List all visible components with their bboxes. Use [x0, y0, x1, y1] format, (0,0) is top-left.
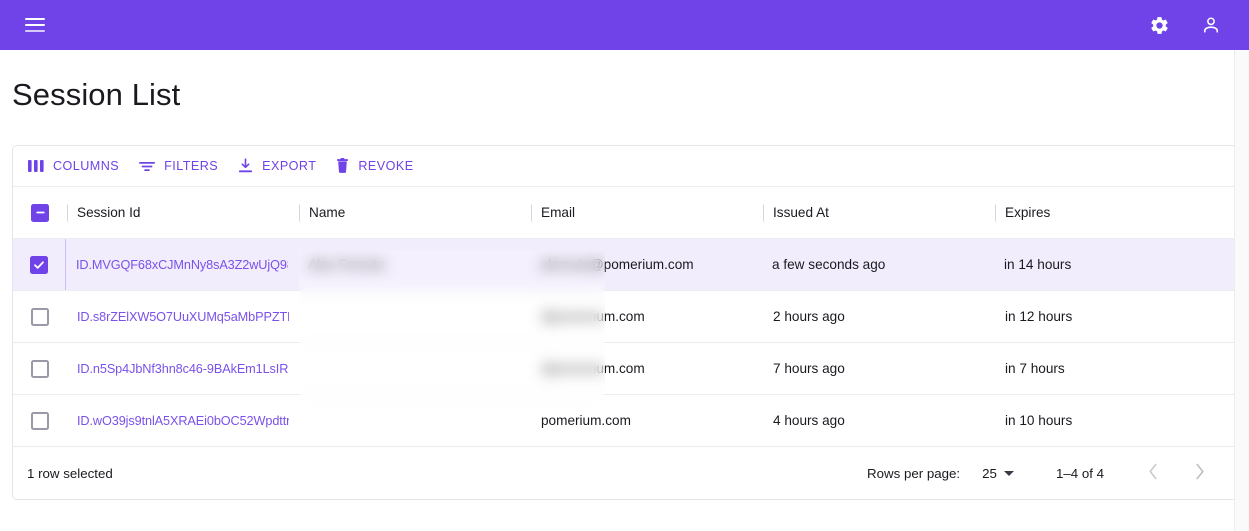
table-body: ID.MVGQF68xCJMnNy8sA3Z2wUjQ98vN Alex For… — [13, 239, 1236, 447]
cell-name — [299, 291, 531, 342]
column-header-session-id-label: Session Id — [77, 205, 141, 220]
cell-issued-at: 7 hours ago — [773, 361, 845, 376]
account-button[interactable] — [1194, 8, 1228, 42]
column-divider — [531, 204, 532, 221]
person-icon — [1200, 14, 1222, 36]
rows-per-page-select[interactable]: 25 — [982, 466, 1014, 481]
row-checkbox[interactable] — [31, 307, 49, 326]
table-row[interactable]: ID.s8rZElXW5O7UuXUMq5aMbPPZTPlqnE @pomer… — [13, 291, 1236, 343]
vertical-scrollbar[interactable] — [1234, 50, 1249, 531]
hamburger-menu-icon — [25, 18, 45, 32]
session-id-link[interactable]: ID.s8rZElXW5O7UuXUMq5aMbPPZTPlqnE — [77, 310, 289, 324]
cell-issued-at: 2 hours ago — [773, 309, 845, 324]
cell-name: Alex Fornuto — [308, 257, 386, 272]
column-header-session-id[interactable]: Session Id — [67, 187, 299, 238]
row-checkbox[interactable] — [31, 411, 49, 430]
download-icon — [237, 158, 254, 174]
hamburger-menu-button[interactable] — [18, 8, 52, 42]
column-header-name-label: Name — [309, 205, 346, 220]
columns-button-label: COLUMNS — [53, 159, 120, 173]
data-grid-footer: 1 row selected Rows per page: 25 1–4 of … — [13, 447, 1236, 499]
cell-session-id: ID.n5Sp4JbNf3hn8c46-9BAkEm1LsIRLOy — [67, 343, 299, 394]
rows-per-page-label: Rows per page: — [867, 465, 961, 481]
column-divider — [763, 204, 764, 221]
cell-email: afornuto@pomerium.com — [540, 257, 694, 272]
column-header-issued-at-label: Issued At — [773, 205, 829, 220]
cell-email: pomerium.com — [541, 413, 631, 428]
column-header-expires[interactable]: Expires — [995, 187, 1236, 238]
pagination-range: 1–4 of 4 — [1055, 465, 1104, 481]
session-data-grid: COLUMNS FILTERS EXPORT REVOKE Session Id… — [12, 145, 1237, 500]
selection-status: 1 row selected — [27, 465, 113, 481]
row-select-cell — [13, 239, 66, 290]
cell-issued-at: a few seconds ago — [772, 257, 886, 272]
gear-icon — [1149, 15, 1170, 36]
columns-button[interactable]: COLUMNS — [21, 152, 126, 180]
column-header-expires-label: Expires — [1005, 205, 1051, 220]
table-row[interactable]: ID.wO39js9tnlA5XRAEi0bOC52Wpdttmq pomeri… — [13, 395, 1236, 447]
settings-button[interactable] — [1142, 8, 1176, 42]
filters-button-label: FILTERS — [164, 159, 219, 173]
cell-expires: in 14 hours — [1004, 257, 1072, 272]
chevron-right-icon — [1194, 463, 1205, 483]
trash-icon — [335, 158, 350, 174]
export-button[interactable]: EXPORT — [230, 152, 323, 180]
row-checkbox[interactable] — [31, 359, 49, 378]
cell-issued-at: 4 hours ago — [773, 413, 845, 428]
app-bar — [0, 0, 1249, 50]
cell-email: @pomerium.com — [541, 309, 645, 324]
row-select-cell — [13, 291, 67, 342]
column-header-issued-at[interactable]: Issued At — [763, 187, 995, 238]
export-button-label: EXPORT — [262, 159, 317, 173]
revoke-button-label: REVOKE — [358, 159, 414, 173]
revoke-button[interactable]: REVOKE — [328, 152, 420, 180]
row-checkbox[interactable] — [30, 255, 48, 274]
session-id-link[interactable]: ID.wO39js9tnlA5XRAEi0bOC52Wpdttmq — [77, 414, 289, 428]
cell-expires: in 10 hours — [1005, 413, 1073, 428]
column-divider — [995, 204, 996, 221]
columns-icon — [28, 159, 45, 173]
chevron-down-icon — [1003, 470, 1014, 476]
filter-icon — [138, 159, 156, 173]
rows-per-page-value: 25 — [982, 465, 997, 481]
session-id-link[interactable]: ID.MVGQF68xCJMnNy8sA3Z2wUjQ98vN — [76, 258, 288, 272]
page-title: Session List — [12, 77, 181, 112]
cell-expires: in 12 hours — [1005, 309, 1073, 324]
next-page-button[interactable] — [1184, 458, 1214, 488]
row-select-cell — [13, 395, 67, 446]
data-grid-toolbar: COLUMNS FILTERS EXPORT REVOKE — [13, 146, 1236, 186]
previous-page-button[interactable] — [1138, 458, 1168, 488]
table-row[interactable]: ID.MVGQF68xCJMnNy8sA3Z2wUjQ98vN Alex For… — [13, 239, 1236, 291]
cell-expires: in 7 hours — [1005, 361, 1065, 376]
select-all-header-cell — [13, 187, 67, 238]
column-divider — [67, 204, 68, 221]
cell-email: @pomerium.com — [541, 361, 645, 376]
select-all-checkbox[interactable] — [31, 203, 49, 222]
column-header-email-label: Email — [541, 205, 575, 220]
column-header-name[interactable]: Name — [299, 187, 531, 238]
cell-session-id: ID.s8rZElXW5O7UuXUMq5aMbPPZTPlqnE — [67, 291, 299, 342]
row-select-cell — [13, 343, 67, 394]
chevron-left-icon — [1148, 463, 1159, 483]
session-id-link[interactable]: ID.n5Sp4JbNf3hn8c46-9BAkEm1LsIRLOy — [77, 362, 289, 376]
cell-session-id: ID.MVGQF68xCJMnNy8sA3Z2wUjQ98vN — [66, 239, 298, 290]
column-header-email[interactable]: Email — [531, 187, 763, 238]
column-divider — [299, 204, 300, 221]
cell-name — [299, 343, 531, 394]
table-row[interactable]: ID.n5Sp4JbNf3hn8c46-9BAkEm1LsIRLOy @pome… — [13, 343, 1236, 395]
cell-session-id: ID.wO39js9tnlA5XRAEi0bOC52Wpdttmq — [67, 395, 299, 446]
cell-name — [299, 395, 531, 446]
table-header-row: Session Id Name Email Issued At Expires — [13, 186, 1236, 239]
filters-button[interactable]: FILTERS — [131, 152, 225, 180]
page-content: Session List COLUMNS FILTERS EXPORT REVO… — [0, 77, 1249, 500]
